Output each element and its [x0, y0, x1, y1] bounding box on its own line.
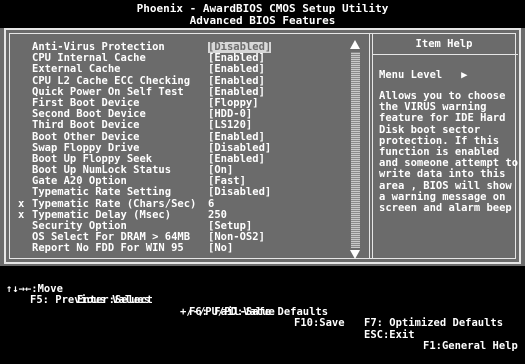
key-hint-fail-safe: F6: Fail-Safe Defaults	[189, 305, 329, 318]
help-separator	[373, 54, 518, 55]
footer-line-2: F5: Previous Values F6: Fail-Safe Defaul…	[0, 284, 525, 328]
setting-row[interactable]: Third Boot Device [LS120]	[18, 120, 348, 131]
setting-value[interactable]: [No]	[208, 243, 233, 254]
setting-row[interactable]: External Cache [Enabled]	[18, 64, 348, 75]
key-hint-previous-values: F5: Previous Values	[30, 294, 151, 306]
bios-header: Phoenix - AwardBIOS CMOS Setup Utility A…	[0, 0, 525, 28]
setting-label: Typematic Rate Setting	[32, 186, 172, 199]
scroll-down-arrow-icon[interactable]	[350, 250, 360, 259]
main-frame: Anti-Virus Protection [Disabled] CPU Inter…	[4, 28, 521, 264]
setting-label: Third Boot Device	[32, 119, 140, 132]
setting-row[interactable]: Report No FDD For WIN 95 [No]	[18, 243, 348, 254]
setting-value[interactable]: [LS120]	[208, 120, 252, 131]
help-panel-title: Item Help	[415, 38, 473, 50]
setting-row[interactable]: Boot Other Device [Enabled]	[18, 131, 348, 143]
scroll-thumb[interactable]	[351, 52, 360, 248]
setting-disabled-marker: x	[18, 208, 25, 221]
setting-label: Report No FDD For WIN 95	[32, 242, 184, 255]
panel-divider	[369, 34, 370, 258]
key-hint-save: F10:Save	[294, 317, 345, 329]
footer-line-1: ↑↓→←:Move Enter:Select +/-/PU/PD:Value F…	[0, 272, 525, 352]
setting-row[interactable]: Typematic Rate Setting [Disabled]	[18, 187, 348, 198]
bios-screen: Phoenix - AwardBIOS CMOS Setup Utility A…	[0, 0, 525, 352]
panel-divider-inner	[372, 34, 373, 258]
scroll-up-arrow-icon[interactable]	[350, 40, 360, 49]
key-hint-general-help: F1:General Help	[423, 340, 518, 352]
help-menu-level: Menu Level ▶	[379, 69, 468, 81]
setting-value[interactable]: [Disabled]	[208, 187, 271, 198]
scrollbar[interactable]	[350, 38, 361, 262]
settings-list: Anti-Virus Protection [Disabled] CPU Inter…	[18, 41, 348, 255]
setting-label: External Cache	[32, 63, 121, 76]
main-frame-inner: Anti-Virus Protection [Disabled] CPU Inter…	[9, 33, 519, 262]
help-description: Allows you to choose the VIRUS warning f…	[379, 90, 519, 215]
setting-value[interactable]: [Enabled]	[208, 64, 265, 75]
header-subtitle: Advanced BIOS Features	[189, 14, 336, 27]
key-hint-exit: ESC:Exit	[364, 328, 415, 341]
footer-keys: ↑↓→←:Move Enter:Select +/-/PU/PD:Value F…	[0, 266, 525, 352]
key-hint-optimized: F7: Optimized Defaults	[364, 317, 504, 329]
